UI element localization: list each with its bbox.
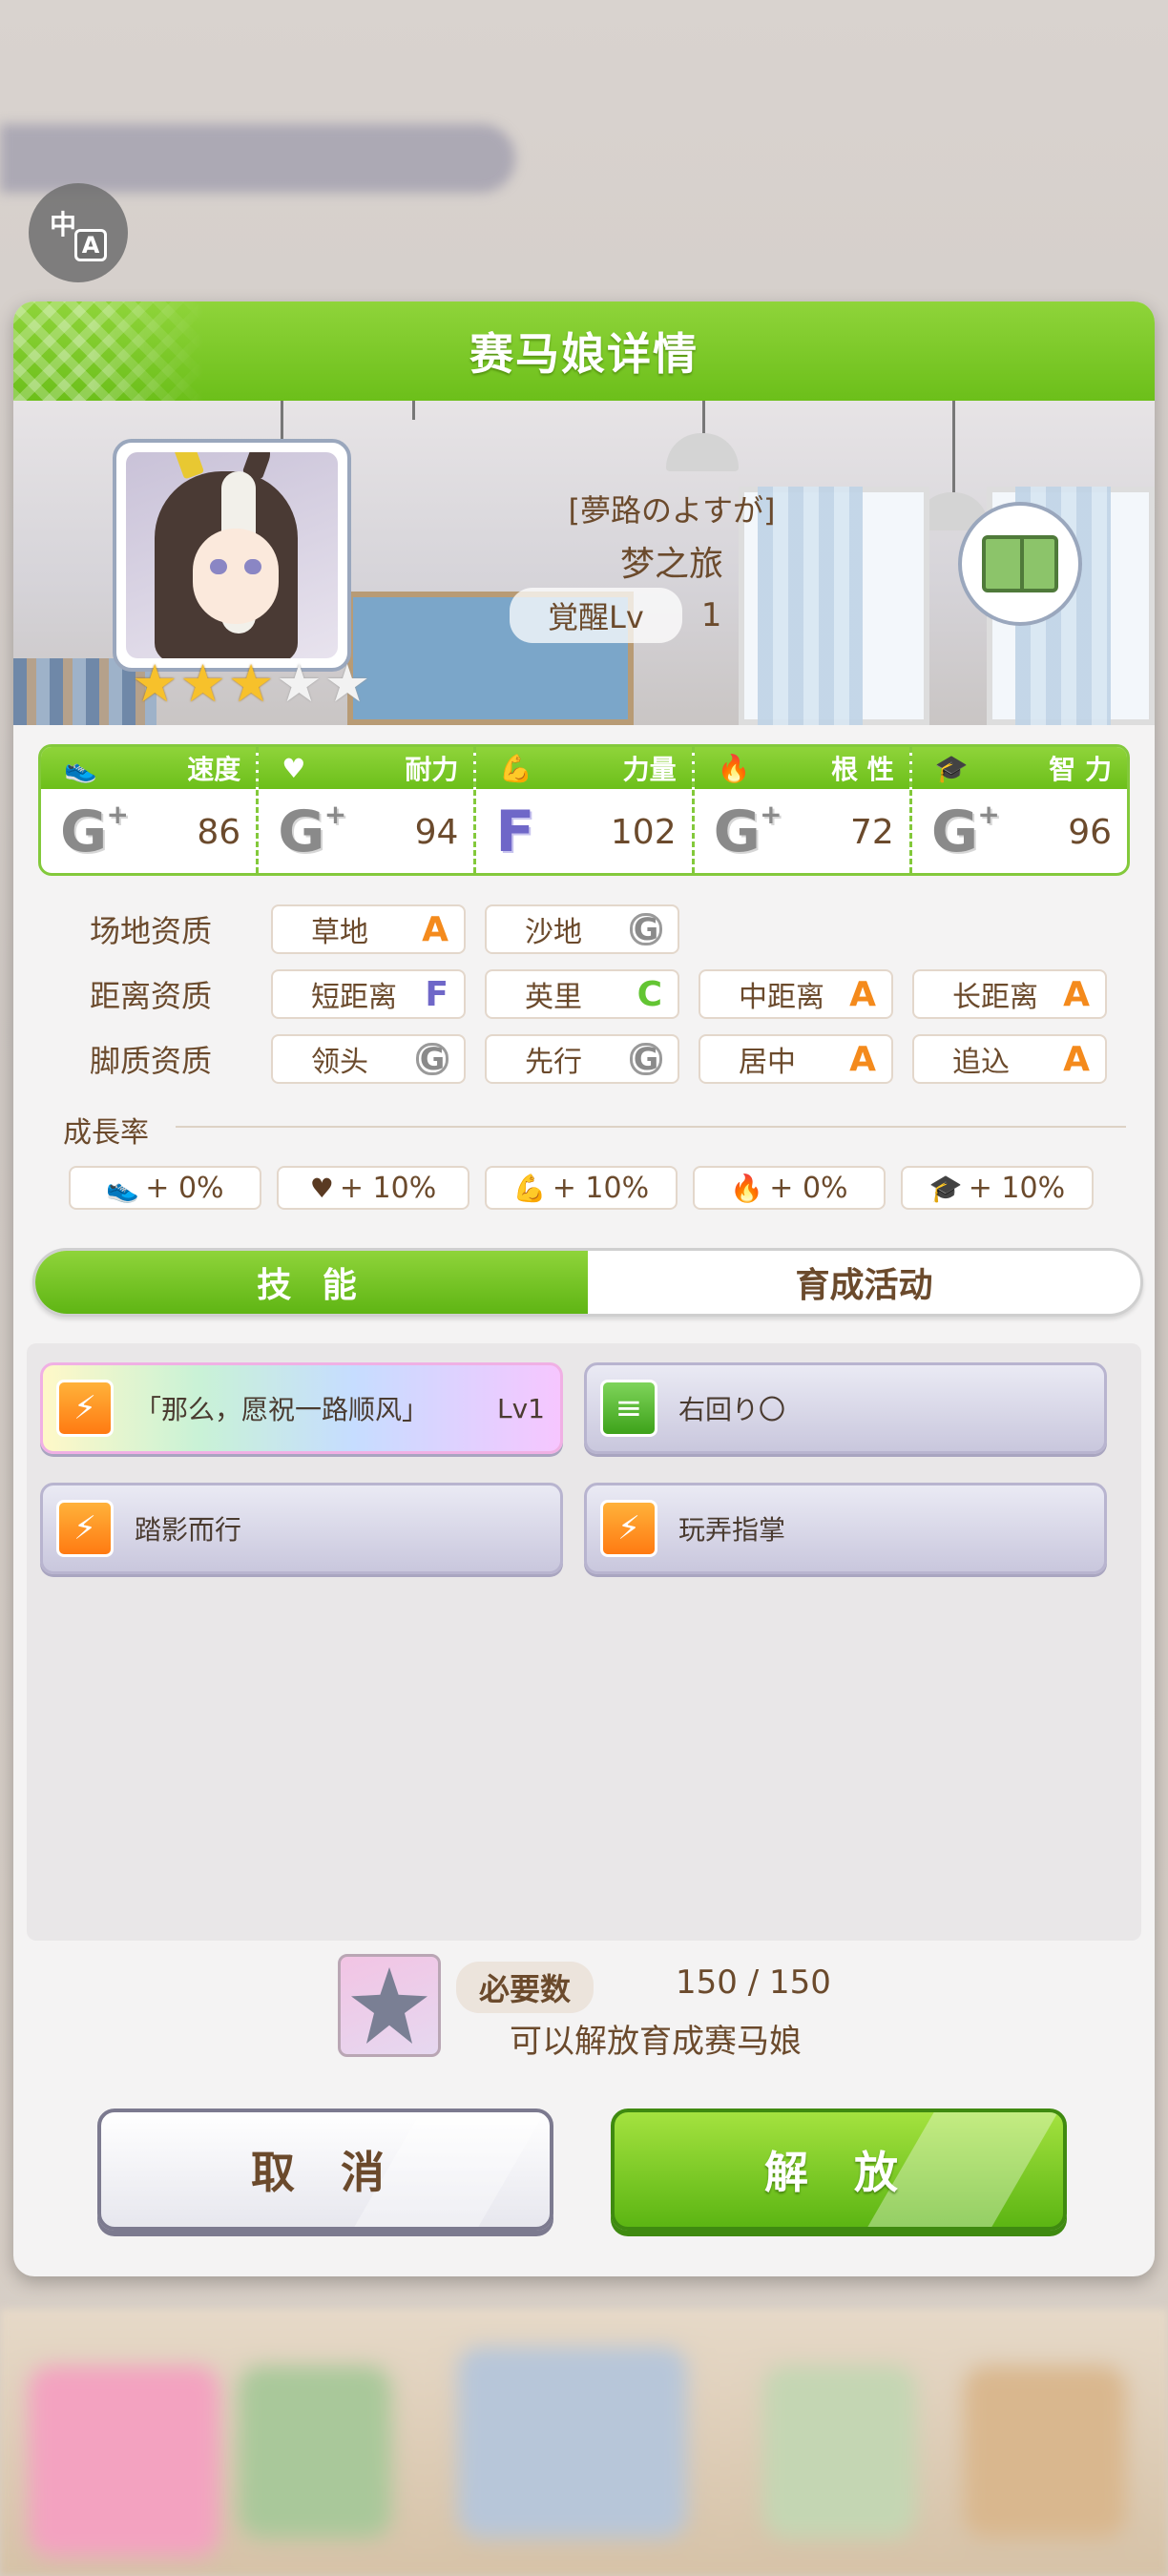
star-icon: ★: [179, 654, 226, 714]
skill-passive-icon: ≡: [600, 1380, 657, 1437]
growth-stamina: ♥ + 10%: [277, 1166, 469, 1210]
star-icon: ★: [227, 654, 275, 714]
required-value: 150 / 150: [676, 1963, 831, 2002]
skill-name: 玩弄指掌: [678, 1514, 786, 1546]
stat-grade: F: [495, 799, 535, 865]
aptitude-cell: 居中 A: [699, 1034, 893, 1084]
tab-training-events[interactable]: 育成活动: [588, 1251, 1140, 1314]
aptitude-cell: 先行 G: [485, 1034, 679, 1084]
cancel-button[interactable]: 取 消: [97, 2109, 553, 2231]
character-piece-thumbnail: [338, 1954, 441, 2057]
unlock-button[interactable]: 解 放: [611, 2109, 1067, 2231]
character-epithet: [夢路のよすが]: [568, 492, 776, 529]
awakening-level: 覚醒Lv 1: [510, 588, 721, 643]
aptitude-track-row: 场地资质 草地 A 沙地 G: [90, 904, 699, 954]
character-title: [夢路のよすが] 梦之旅: [471, 487, 872, 586]
character-portrait[interactable]: [113, 439, 351, 672]
fire-icon: 🔥: [730, 1172, 764, 1204]
translate-button[interactable]: 中 A: [29, 183, 128, 282]
aptitude-cell: 沙地 G: [485, 904, 679, 954]
stat-value: 96: [1068, 812, 1113, 852]
skill-item[interactable]: ≡ 右回り〇: [584, 1362, 1107, 1454]
character-hero: ★ ★ ★ ★ ★ [夢路のよすが] 梦之旅 覚醒Lv 1: [13, 401, 1155, 725]
skill-name: 「那么，愿祝一路顺风」: [135, 1394, 429, 1425]
stat-speed: 👟 速度 G +86: [41, 747, 257, 873]
skill-speed-icon: ⚡: [56, 1380, 114, 1437]
stat-grade: G +: [60, 799, 129, 865]
stat-grade: G +: [930, 799, 1000, 865]
muscle-icon: 💪: [512, 1172, 547, 1204]
detail-tabs: 技 能 育成活动: [32, 1248, 1143, 1317]
skill-speed-icon: ⚡: [600, 1500, 657, 1557]
aptitude-track-label: 场地资质: [90, 913, 213, 949]
growth-power: 💪 + 10%: [485, 1166, 678, 1210]
tab-skills[interactable]: 技 能: [35, 1251, 588, 1314]
dialog-title: 赛马娘详情: [469, 328, 699, 380]
skills-panel: ⚡ 「那么，愿祝一路顺风」 Lv1 ≡ 右回り〇 ⚡ 踏影而行 ⚡ 玩弄指掌: [27, 1343, 1141, 1941]
stat-stamina: ♥ 耐力 G +94: [256, 747, 474, 873]
fire-icon: 🔥: [717, 752, 751, 784]
skill-level: Lv1: [497, 1392, 545, 1424]
aptitude-cell: 领头 G: [271, 1034, 466, 1084]
background-home-menu: [0, 2309, 1168, 2576]
aptitude-cell: 长距离 A: [912, 969, 1107, 1019]
awakening-label: 覚醒Lv: [510, 588, 682, 643]
character-detail-dialog: 赛马娘详情 ★ ★ ★ ★ ★ [夢路のよすが] 梦之旅 覚醒Lv 1 👟 速度…: [13, 301, 1155, 2276]
graduation-cap-icon: 🎓: [934, 752, 969, 784]
aptitude-cell: 追込 A: [912, 1034, 1107, 1084]
story-button[interactable]: [958, 502, 1082, 626]
skill-name: 踏影而行: [135, 1514, 242, 1546]
skill-item[interactable]: ⚡ 踏影而行: [40, 1483, 563, 1574]
aptitude-cell: 草地 A: [271, 904, 466, 954]
skill-item[interactable]: ⚡ 玩弄指掌: [584, 1483, 1107, 1574]
stat-value: 102: [610, 812, 677, 852]
growth-guts: 🔥 + 0%: [693, 1166, 886, 1210]
header-pattern: [13, 301, 204, 401]
aptitude-style-row: 脚质资质 领头 G 先行 G 居中 A 追込 A: [90, 1034, 1126, 1084]
star-icon: ★: [132, 654, 178, 714]
aptitude-cell: 短距离 F: [271, 969, 466, 1019]
dialog-header: 赛马娘详情: [13, 301, 1155, 401]
growth-speed: 👟 + 0%: [69, 1166, 261, 1210]
stat-wit: 🎓 智 力 G +96: [908, 747, 1127, 873]
growth-rates: 👟 + 0% ♥ + 10% 💪 + 10% 🔥 + 0% 🎓 + 10%: [69, 1166, 1094, 1210]
growth-title: 成長率: [63, 1116, 149, 1150]
graduation-cap-icon: 🎓: [928, 1172, 963, 1204]
star-empty-icon: ★: [276, 654, 323, 714]
rarity-stars: ★ ★ ★ ★ ★: [132, 658, 370, 710]
aptitude-cell: 英里 C: [485, 969, 679, 1019]
book-icon: [982, 535, 1058, 592]
heart-icon: ♥: [309, 1172, 334, 1204]
aptitude-cell: 中距离 A: [699, 969, 893, 1019]
stat-value: 72: [850, 812, 894, 852]
muscle-icon: 💪: [499, 752, 533, 784]
aptitude-style-label: 脚质资质: [90, 1043, 213, 1079]
skill-item[interactable]: ⚡ 「那么，愿祝一路顺风」 Lv1: [40, 1362, 563, 1454]
growth-wit: 🎓 + 10%: [901, 1166, 1094, 1210]
unlock-message: 可以解放育成赛马娘: [510, 2023, 802, 2061]
aptitude-distance-label: 距离资质: [90, 978, 213, 1014]
translate-icon: 中 A: [50, 204, 107, 261]
stat-guts: 🔥 根 性 G +72: [691, 747, 909, 873]
shoe-icon: 👟: [64, 752, 97, 784]
heart-icon: ♥: [282, 752, 306, 784]
growth-divider: [176, 1126, 1126, 1128]
character-name: 梦之旅: [619, 545, 723, 584]
stat-grade: G +: [278, 799, 347, 865]
stat-grade: G +: [713, 799, 782, 865]
stats-panel: 👟 速度 G +86 ♥ 耐力 G +94 💪 力量 F 102 🔥 根 性 G +72 🎓 智 …: [38, 744, 1130, 876]
shoe-icon: 👟: [106, 1172, 140, 1204]
skill-name: 右回り〇: [678, 1394, 786, 1425]
aptitude-distance-row: 距离资质 短距离 F 英里 C 中距离 A 长距离 A: [90, 969, 1126, 1019]
awakening-value: 1: [700, 596, 722, 634]
stat-value: 86: [197, 812, 241, 852]
star-empty-icon: ★: [323, 654, 371, 714]
stat-power: 💪 力量 F 102: [473, 747, 692, 873]
stat-value: 94: [414, 812, 459, 852]
skill-speed-icon: ⚡: [56, 1500, 114, 1557]
required-label: 必要数: [456, 1962, 594, 2013]
